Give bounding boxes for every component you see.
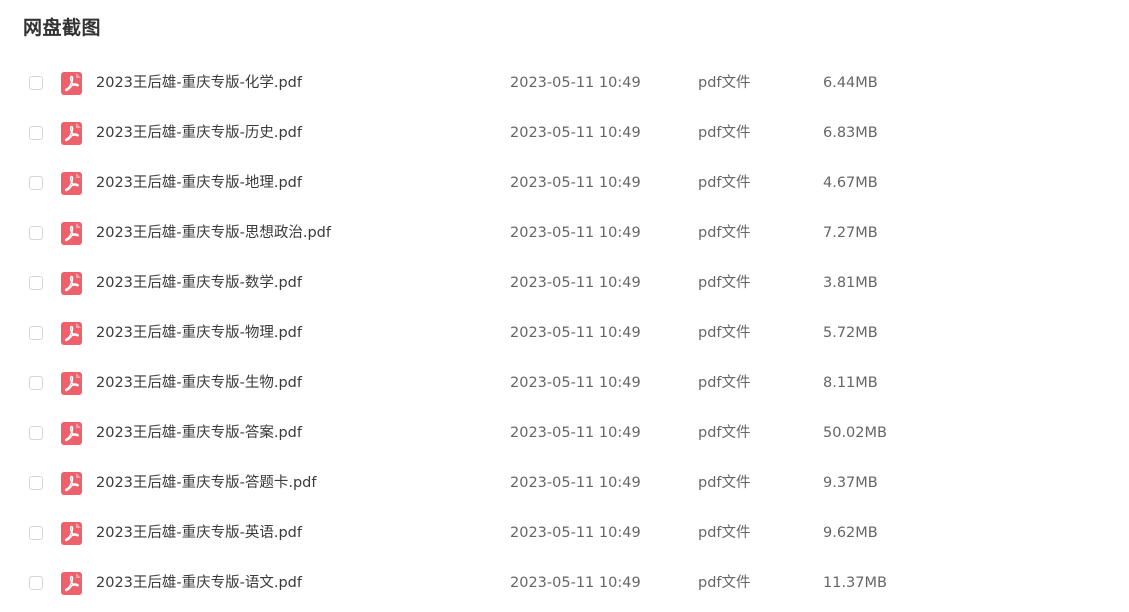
- row-checkbox[interactable]: [29, 426, 43, 440]
- file-row[interactable]: 2023王后雄-重庆专版-答案.pdf 2023-05-11 10:49 pdf…: [0, 409, 1129, 459]
- file-type: pdf文件: [698, 575, 751, 591]
- file-date: 2023-05-11 10:49: [510, 475, 641, 491]
- file-name[interactable]: 2023王后雄-重庆专版-语文.pdf: [96, 559, 302, 608]
- file-name[interactable]: 2023王后雄-重庆专版-答题卡.pdf: [96, 459, 317, 508]
- file-type: pdf文件: [698, 425, 751, 441]
- file-date: 2023-05-11 10:49: [510, 325, 641, 341]
- file-date: 2023-05-11 10:49: [510, 75, 641, 91]
- row-checkbox[interactable]: [29, 226, 43, 240]
- row-checkbox[interactable]: [29, 376, 43, 390]
- file-name[interactable]: 2023王后雄-重庆专版-思想政治.pdf: [96, 209, 331, 258]
- file-name[interactable]: 2023王后雄-重庆专版-英语.pdf: [96, 509, 302, 558]
- pdf-icon: [61, 322, 82, 345]
- file-name[interactable]: 2023王后雄-重庆专版-生物.pdf: [96, 359, 302, 408]
- pdf-icon: [61, 122, 82, 145]
- file-date: 2023-05-11 10:49: [510, 275, 641, 291]
- file-name[interactable]: 2023王后雄-重庆专版-地理.pdf: [96, 159, 302, 208]
- file-row[interactable]: 2023王后雄-重庆专版-地理.pdf 2023-05-11 10:49 pdf…: [0, 159, 1129, 209]
- file-size: 9.62MB: [823, 525, 878, 541]
- file-size: 7.27MB: [823, 225, 878, 241]
- pdf-icon: [61, 372, 82, 395]
- file-type: pdf文件: [698, 125, 751, 141]
- pdf-icon: [61, 72, 82, 95]
- file-type: pdf文件: [698, 175, 751, 191]
- file-size: 9.37MB: [823, 475, 878, 491]
- pdf-icon: [61, 422, 82, 445]
- row-checkbox[interactable]: [29, 76, 43, 90]
- file-row[interactable]: 2023王后雄-重庆专版-思想政治.pdf 2023-05-11 10:49 p…: [0, 209, 1129, 259]
- file-type: pdf文件: [698, 275, 751, 291]
- file-name[interactable]: 2023王后雄-重庆专版-化学.pdf: [96, 59, 302, 108]
- file-type: pdf文件: [698, 325, 751, 341]
- file-row[interactable]: 2023王后雄-重庆专版-生物.pdf 2023-05-11 10:49 pdf…: [0, 359, 1129, 409]
- pdf-icon: [61, 572, 82, 595]
- file-size: 8.11MB: [823, 375, 878, 391]
- file-size: 50.02MB: [823, 425, 887, 441]
- pdf-icon: [61, 522, 82, 545]
- file-row[interactable]: 2023王后雄-重庆专版-语文.pdf 2023-05-11 10:49 pdf…: [0, 559, 1129, 609]
- file-size: 6.44MB: [823, 75, 878, 91]
- row-checkbox[interactable]: [29, 476, 43, 490]
- file-type: pdf文件: [698, 475, 751, 491]
- file-size: 3.81MB: [823, 275, 878, 291]
- file-row[interactable]: 2023王后雄-重庆专版-物理.pdf 2023-05-11 10:49 pdf…: [0, 309, 1129, 359]
- file-type: pdf文件: [698, 525, 751, 541]
- pdf-icon: [61, 272, 82, 295]
- pdf-icon: [61, 472, 82, 495]
- file-row[interactable]: 2023王后雄-重庆专版-化学.pdf 2023-05-11 10:49 pdf…: [0, 59, 1129, 109]
- pdf-icon: [61, 172, 82, 195]
- file-name[interactable]: 2023王后雄-重庆专版-答案.pdf: [96, 409, 302, 458]
- file-row[interactable]: 2023王后雄-重庆专版-数学.pdf 2023-05-11 10:49 pdf…: [0, 259, 1129, 309]
- file-row[interactable]: 2023王后雄-重庆专版-答题卡.pdf 2023-05-11 10:49 pd…: [0, 459, 1129, 509]
- file-list: 2023王后雄-重庆专版-化学.pdf 2023-05-11 10:49 pdf…: [0, 59, 1129, 609]
- pdf-icon: [61, 222, 82, 245]
- row-checkbox[interactable]: [29, 576, 43, 590]
- page-title: 网盘截图: [23, 17, 102, 39]
- file-size: 11.37MB: [823, 575, 887, 591]
- file-date: 2023-05-11 10:49: [510, 575, 641, 591]
- file-date: 2023-05-11 10:49: [510, 425, 641, 441]
- file-type: pdf文件: [698, 75, 751, 91]
- file-name[interactable]: 2023王后雄-重庆专版-物理.pdf: [96, 309, 302, 358]
- row-checkbox[interactable]: [29, 326, 43, 340]
- file-date: 2023-05-11 10:49: [510, 375, 641, 391]
- file-size: 6.83MB: [823, 125, 878, 141]
- file-date: 2023-05-11 10:49: [510, 525, 641, 541]
- file-date: 2023-05-11 10:49: [510, 225, 641, 241]
- file-size: 5.72MB: [823, 325, 878, 341]
- file-type: pdf文件: [698, 375, 751, 391]
- file-name[interactable]: 2023王后雄-重庆专版-数学.pdf: [96, 259, 302, 308]
- row-checkbox[interactable]: [29, 126, 43, 140]
- file-date: 2023-05-11 10:49: [510, 125, 641, 141]
- file-type: pdf文件: [698, 225, 751, 241]
- row-checkbox[interactable]: [29, 176, 43, 190]
- file-row[interactable]: 2023王后雄-重庆专版-历史.pdf 2023-05-11 10:49 pdf…: [0, 109, 1129, 159]
- file-name[interactable]: 2023王后雄-重庆专版-历史.pdf: [96, 109, 302, 158]
- file-row[interactable]: 2023王后雄-重庆专版-英语.pdf 2023-05-11 10:49 pdf…: [0, 509, 1129, 559]
- row-checkbox[interactable]: [29, 276, 43, 290]
- file-date: 2023-05-11 10:49: [510, 175, 641, 191]
- file-size: 4.67MB: [823, 175, 878, 191]
- row-checkbox[interactable]: [29, 526, 43, 540]
